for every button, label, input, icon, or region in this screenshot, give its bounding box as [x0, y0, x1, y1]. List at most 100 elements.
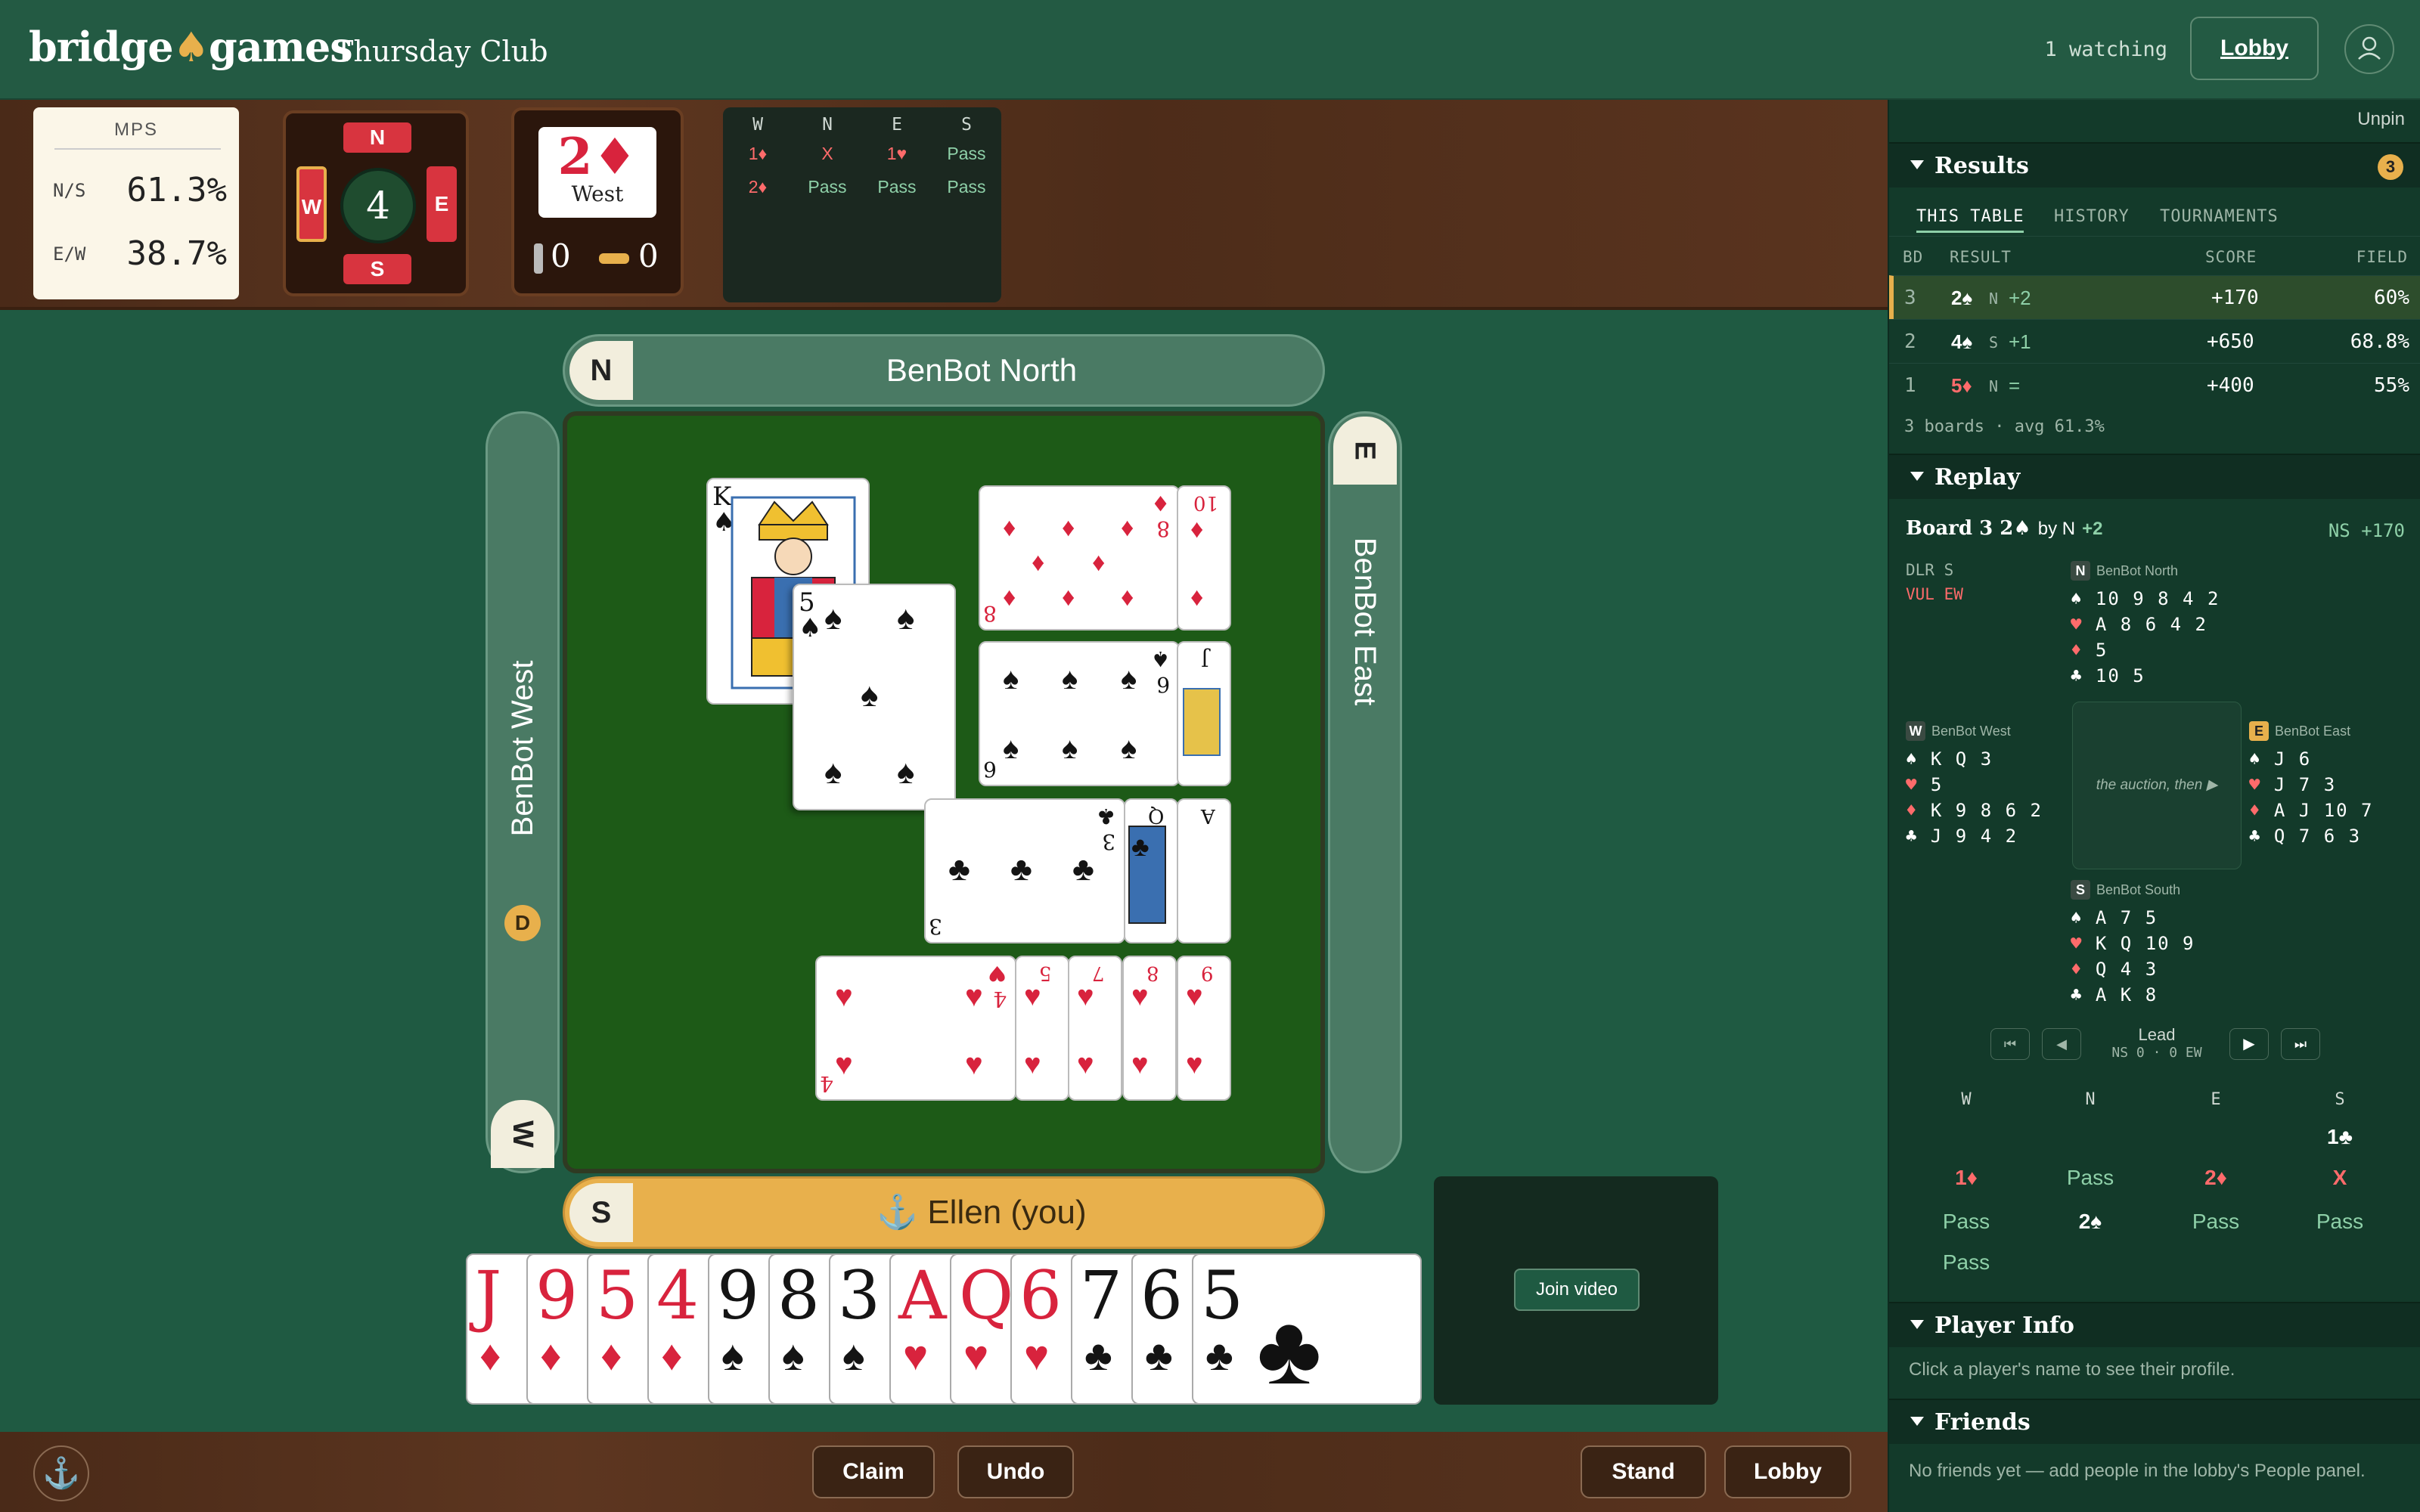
user-profile-button[interactable] [2344, 24, 2394, 74]
card-rank: J [475, 1256, 502, 1334]
auction-bid: Pass [947, 144, 986, 163]
dummy-card-6-spades[interactable]: 6 ♠ ♠ ♠ ♠ ♠ ♠ ♠ 6 [979, 641, 1180, 786]
row-contract: 5♦ [1951, 374, 1972, 397]
card-rank: 7 [1080, 1256, 1122, 1334]
auction-mini-box: W N E S 1♦ X 1♥ Pass 2♦ Pass Pass Pass [723, 107, 1001, 302]
replay-result: +2 [2082, 519, 2103, 539]
tab-history[interactable]: HISTORY [2054, 207, 2130, 226]
skip-end-icon[interactable]: ⏭ [2281, 1028, 2320, 1060]
skip-start-icon[interactable]: ⏮ [1990, 1028, 2030, 1060]
step-back-icon[interactable]: ◀ [2042, 1028, 2081, 1060]
replay-section-header[interactable]: Replay [1889, 454, 2420, 499]
hand-card[interactable]: 5 ♣ ♣ [1192, 1253, 1422, 1405]
club-large-icon: ♣ [1257, 1294, 1322, 1405]
friends-section-header[interactable]: Friends [1889, 1399, 2420, 1444]
row-field: 68.8% [2350, 330, 2409, 353]
dummy-card-ace-clubs[interactable]: A [1177, 798, 1231, 943]
card-rank: 9 [535, 1256, 578, 1334]
dummy-card-9-hearts[interactable]: 9 ♥ ♥ [1177, 956, 1231, 1101]
col-score: SCORE [2205, 248, 2257, 266]
undo-button[interactable]: Undo [957, 1445, 1074, 1498]
row-by: N [1989, 377, 1999, 395]
logo[interactable]: bridge♠games [29, 23, 353, 71]
diamond-holding: K 9 8 6 2 [1930, 800, 2043, 821]
stand-button[interactable]: Stand [1581, 1445, 1706, 1498]
ew-label: E/W [53, 243, 86, 265]
replay-player-name[interactable]: BenBot West [1931, 723, 2011, 739]
bid-header-s: S [2335, 1090, 2345, 1109]
dummy-card-8-diamonds[interactable]: 8 ♦ ♦ ♦ ♦ ♦ ♦ ♦ ♦ ♦ 8 [979, 485, 1180, 631]
dummy-card-5-hearts[interactable]: 5 ♥ ♥ [1015, 956, 1069, 1101]
play-icon[interactable]: ▶ [2229, 1028, 2269, 1060]
tricks-ew: 0 [599, 237, 667, 275]
col-bd: BD [1903, 248, 1924, 266]
west-player-bar[interactable]: BenBot West D W [486, 411, 560, 1173]
board-number: 4 [340, 168, 416, 243]
spade-holding: K Q 3 [1930, 748, 1993, 770]
replay-player-name[interactable]: BenBot North [2096, 563, 2178, 578]
south-player-bar[interactable]: S ⚓ Ellen (you) [563, 1176, 1325, 1249]
spade-pip: ♠ [824, 754, 842, 791]
results-section-header[interactable]: Results 3 [1889, 142, 2420, 187]
contract-display: 2♦ West 0 0 [511, 107, 684, 296]
row-field: 55% [2374, 374, 2409, 397]
north-player-bar[interactable]: N BenBot North [563, 334, 1325, 407]
table-row[interactable]: 3 2♠ N +2 +170 60% [1889, 275, 2420, 319]
auction-bid: X [821, 144, 833, 163]
dummy-card-10-diamonds[interactable]: 10 ♦ ♦ [1177, 485, 1231, 631]
dummy-card-4-hearts[interactable]: 4 ♥ ♥ ♥ ♥ ♥ 4 [815, 956, 1016, 1101]
replay-contract: 2♠ [2000, 517, 2031, 540]
bid-cell: Pass [2192, 1210, 2240, 1233]
player-info-text: Click a player's name to see their profi… [1909, 1359, 2235, 1380]
replay-player-name[interactable]: BenBot East [2275, 723, 2350, 739]
anchor-icon[interactable]: ⚓ [33, 1445, 89, 1501]
card-rank: 5 [596, 1256, 638, 1334]
table-row[interactable]: 2 4♠ S +1 +650 68.8% [1889, 319, 2420, 363]
results-summary: 3 boards · avg 61.3% [1904, 417, 2105, 436]
east-player-name[interactable]: BenBot East [1348, 425, 1382, 818]
unpin-button[interactable]: Unpin [2357, 109, 2405, 130]
tricks-ns-count: 0 [551, 237, 571, 274]
join-video-button[interactable]: Join video [1514, 1269, 1640, 1311]
replay-player-name[interactable]: BenBot South [2096, 882, 2180, 897]
auction-bid: 1♥ [886, 144, 908, 163]
replay-by: by N [2037, 519, 2076, 539]
dummy-card-3-clubs[interactable]: 3 ♣ ♣ ♣ ♣ 3 [924, 798, 1125, 943]
row-by: N [1989, 290, 1999, 308]
card-suit: ♠ [721, 1331, 744, 1379]
east-player-bar[interactable]: E BenBot East [1328, 411, 1402, 1173]
dummy-card-7-hearts[interactable]: 7 ♥ ♥ [1068, 956, 1122, 1101]
spade-holding: J 6 [2273, 748, 2312, 770]
bid-cell: Pass [1942, 1210, 1990, 1233]
north-player-name[interactable]: BenBot North [641, 336, 1323, 404]
video-panel: Join video [1434, 1176, 1718, 1405]
claim-button[interactable]: Claim [812, 1445, 935, 1498]
dummy-card-queen-clubs[interactable]: Q ♣ [1124, 798, 1178, 943]
compass-west-dealer: W [296, 166, 327, 242]
replay-center-box[interactable]: the auction, then ▶ [2072, 702, 2242, 869]
played-card-center[interactable]: 5 ♠ ♠ ♠ ♠ ♠ ♠ [793, 584, 956, 810]
lobby-button-top[interactable]: Lobby [2190, 17, 2319, 80]
bid-cell: 2♦ [2204, 1166, 2227, 1189]
friends-title: Friends [1934, 1409, 2031, 1436]
table-row[interactable]: 1 5♦ N = +400 55% [1889, 363, 2420, 407]
lobby-button-bottom[interactable]: Lobby [1724, 1445, 1851, 1498]
ns-trick-icon [534, 243, 543, 274]
results-count-badge: 3 [2378, 154, 2403, 180]
card-rank: 3 [838, 1256, 880, 1334]
dummy-card-8-hearts[interactable]: 8 ♥ ♥ [1122, 956, 1177, 1101]
south-player-name[interactable]: ⚓ Ellen (you) [641, 1179, 1323, 1247]
tab-tournaments[interactable]: TOURNAMENTS [2160, 207, 2279, 226]
dummy-card-jack-spades[interactable]: J [1177, 641, 1231, 786]
player-info-section-header[interactable]: Player Info [1889, 1302, 2420, 1347]
west-name-wrap: BenBot West [488, 550, 557, 943]
seat-badge: N [2071, 561, 2090, 581]
card-suit: ♦ [540, 1331, 562, 1379]
seat-badge: E [2249, 721, 2269, 741]
row-bd: 2 [1904, 330, 1916, 353]
ns-value: 61.3% [126, 171, 227, 209]
mps-title: MPS [113, 119, 158, 140]
contract-declarer: West [571, 181, 624, 206]
tab-this-table[interactable]: THIS TABLE [1916, 207, 2024, 233]
west-player-name[interactable]: BenBot West [505, 552, 540, 945]
